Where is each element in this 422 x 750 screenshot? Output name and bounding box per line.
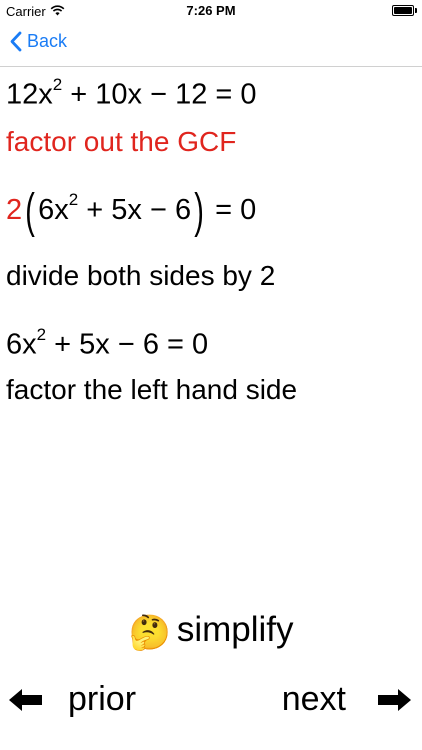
step-navigation: prior next — [0, 680, 422, 730]
eq2-gcf: 2 — [6, 194, 23, 226]
thinking-face-icon: 🤔 — [128, 614, 171, 652]
eq2-inner-lead: 6x — [38, 194, 69, 226]
instruction-factor-gcf: factor out the GCF — [6, 126, 237, 157]
eq3-rest: + 5x − 6 = 0 — [46, 328, 209, 361]
next-button[interactable]: next — [282, 680, 412, 719]
status-time: 7:26 PM — [186, 3, 236, 18]
equation-step-1: 12x2 + 10x − 12 = 0 — [6, 75, 257, 112]
eq2-inner-rest: + 5x − 6 — [78, 194, 192, 226]
instruction-factor-lhs: factor the left hand side — [6, 374, 298, 405]
arrow-left-icon — [9, 688, 42, 711]
back-label: Back — [27, 31, 68, 51]
eq2-exponent: 2 — [68, 190, 79, 210]
eq3-exponent: 2 — [36, 325, 47, 344]
simplify-button[interactable]: 🤔 simplify — [0, 610, 422, 653]
battery-icon — [392, 5, 417, 16]
simplify-label: simplify — [176, 610, 294, 649]
eq1-exponent: 2 — [52, 75, 63, 94]
chevron-left-icon — [10, 31, 22, 52]
status-bar: Carrier 7:26 PM — [0, 0, 422, 22]
instruction-divide: divide both sides by 2 — [6, 260, 276, 291]
eq1-rest: + 10x − 12 = 0 — [62, 78, 257, 111]
navigation-bar: Back — [0, 22, 422, 67]
next-label: next — [281, 680, 346, 718]
close-paren: ) — [194, 185, 204, 238]
equation-step-3: 6x2 + 5x − 6 = 0 — [6, 325, 209, 362]
eq2-tail: = 0 — [207, 194, 257, 226]
eq1-lead: 12x — [6, 78, 53, 111]
back-button[interactable]: Back — [10, 31, 67, 52]
eq3-lead: 6x — [6, 328, 37, 361]
equation-step-2: 2(6x2 + 5x − 6) = 0 — [6, 188, 256, 236]
prior-button[interactable]: prior — [8, 680, 136, 719]
open-paren: ( — [25, 185, 35, 238]
prior-label: prior — [68, 680, 137, 718]
arrow-right-icon — [378, 688, 411, 711]
